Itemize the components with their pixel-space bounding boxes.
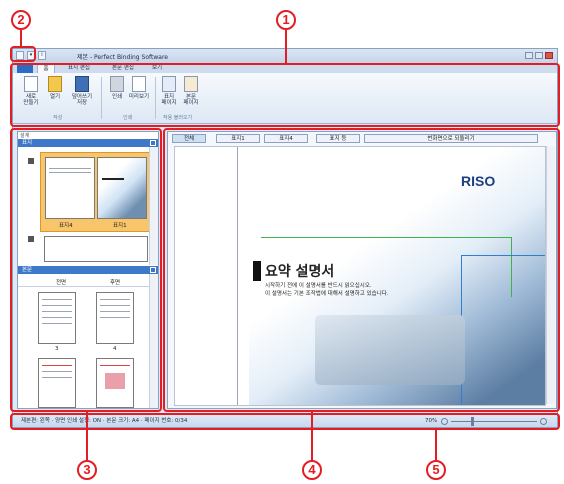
maximize-button[interactable] — [535, 52, 543, 59]
callout-4: 4 — [302, 460, 322, 480]
callout-box-2 — [10, 46, 36, 62]
callout-1: 1 — [276, 10, 296, 30]
callout-box-3 — [10, 128, 162, 412]
callout-box-1 — [10, 63, 560, 127]
close-button[interactable] — [545, 52, 553, 59]
callout-5: 5 — [426, 460, 446, 480]
minimize-button[interactable] — [525, 52, 533, 59]
callout-line-4 — [311, 412, 313, 462]
callout-line-5 — [435, 430, 437, 462]
callout-line-3 — [86, 412, 88, 462]
callout-box-4 — [163, 128, 560, 412]
window-title: 제본 - Perfect Binding Software — [77, 54, 168, 61]
quick-access-info[interactable]: i — [38, 51, 46, 60]
callout-box-5 — [10, 413, 560, 430]
callout-line-1 — [285, 30, 287, 63]
callout-line-2 — [20, 30, 22, 46]
callout-3: 3 — [77, 460, 97, 480]
callout-2: 2 — [11, 10, 31, 30]
